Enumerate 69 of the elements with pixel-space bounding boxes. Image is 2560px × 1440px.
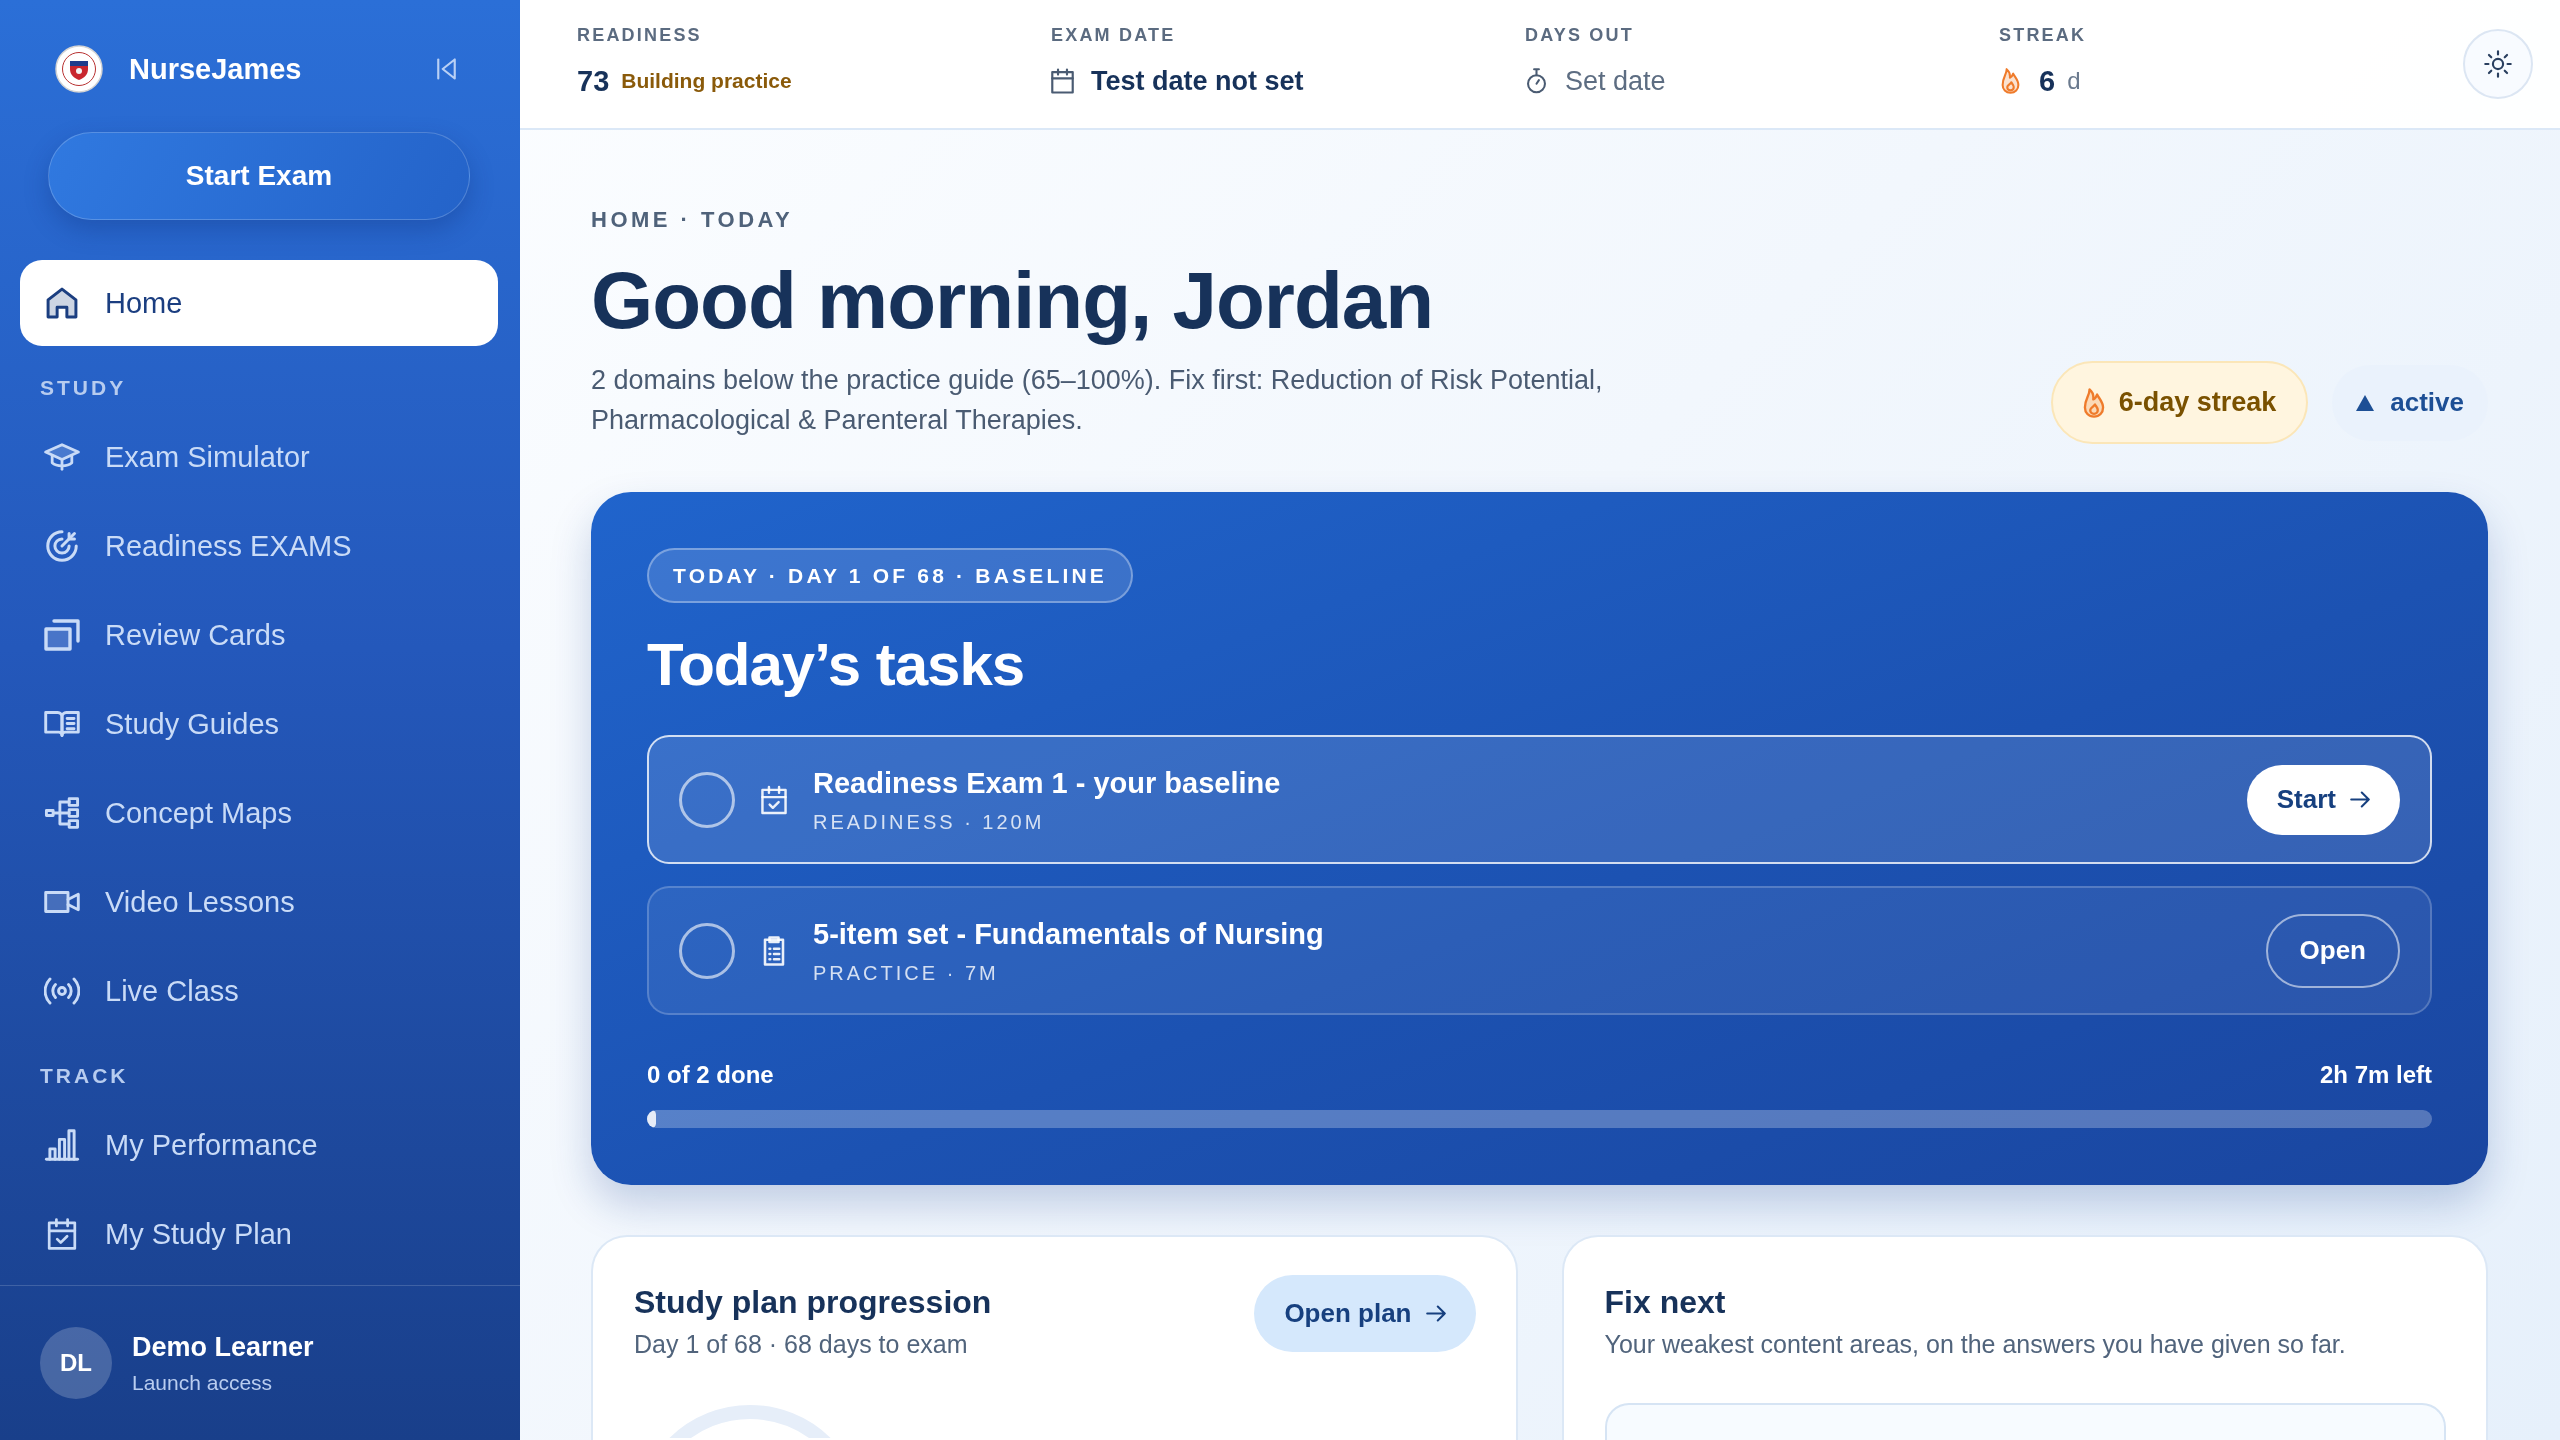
bar-chart-icon bbox=[44, 1129, 80, 1161]
user-plan: Launch access bbox=[132, 1370, 273, 1395]
open-plan-button[interactable]: Open plan bbox=[1254, 1275, 1476, 1352]
node-tree-icon bbox=[44, 797, 80, 829]
status-label: active bbox=[2390, 387, 2464, 418]
flame-icon bbox=[2082, 387, 2105, 418]
streak-unit: d bbox=[2067, 67, 2081, 95]
task-checkbox[interactable] bbox=[679, 922, 735, 979]
time-left: 2h 7m left bbox=[2319, 1061, 2432, 1089]
task-action-button[interactable]: Open bbox=[2265, 913, 2400, 988]
summary-text: 2 domains below the practice guide (65–100%). Fix first: Reduction of Risk Potential, Pharmacological & Parenteral Therapies. bbox=[591, 364, 1604, 437]
nav-item[interactable]: My Performance bbox=[20, 1102, 498, 1188]
stopwatch-icon bbox=[1525, 68, 1548, 94]
brand-name: NurseJames bbox=[129, 52, 302, 86]
stat-label: DAYS OUT bbox=[1525, 24, 1634, 46]
tasks-title: Today’s tasks bbox=[647, 630, 1025, 700]
user-name: Demo Learner bbox=[132, 1331, 314, 1363]
avatar: DL bbox=[40, 1327, 112, 1399]
graduation-cap-icon bbox=[44, 441, 80, 473]
task-meta: PRACTICE · 7M bbox=[813, 960, 999, 986]
exam-date-value: Test date not set bbox=[1091, 65, 1304, 98]
card-title: Fix next bbox=[1604, 1283, 1726, 1321]
stat-label: READINESS bbox=[577, 24, 702, 46]
task-meta: READINESS · 120M bbox=[813, 809, 1045, 835]
card-subtitle: Your weakest content areas, on the answers you have given so far. bbox=[1604, 1329, 2346, 1359]
arrow-right-icon bbox=[2350, 791, 2370, 808]
task-title: Readiness Exam 1 - your baseline bbox=[813, 765, 1281, 801]
breadcrumb: HOME · TODAY bbox=[591, 206, 794, 234]
calendar-check-icon bbox=[761, 784, 787, 815]
task-action-button[interactable]: Start bbox=[2246, 764, 2400, 835]
readiness-status: Building practice bbox=[621, 69, 792, 93]
stat-label: STREAK bbox=[1999, 24, 2087, 46]
nav-item[interactable]: Live Class bbox=[20, 948, 498, 1034]
set-date-link[interactable]: Set date bbox=[1565, 61, 1666, 101]
broadcast-icon bbox=[44, 975, 80, 1007]
nav-item[interactable]: Concept Maps bbox=[20, 770, 498, 856]
done-count: 0 of 2 done bbox=[647, 1061, 774, 1089]
card-subtitle: Day 1 of 68 · 68 days to exam bbox=[634, 1329, 968, 1359]
page-title: Good morning, Jordan bbox=[591, 255, 1434, 347]
streak-count: 6 bbox=[2039, 64, 2056, 99]
nav-item[interactable]: Exam Simulator bbox=[20, 414, 498, 500]
logo-icon bbox=[55, 45, 103, 93]
arrow-right-icon bbox=[1425, 1305, 1446, 1322]
stacked-cards-icon bbox=[44, 619, 80, 651]
nav-item[interactable]: Study Guides bbox=[20, 681, 498, 767]
section-heading: STUDY bbox=[40, 375, 127, 401]
streak-label: 6-day streak bbox=[2118, 387, 2277, 418]
task-checkbox[interactable] bbox=[679, 771, 735, 828]
open-book-icon bbox=[44, 708, 80, 740]
nav-item[interactable]: My Study Plan bbox=[20, 1191, 498, 1277]
start-exam-button[interactable]: Start Exam bbox=[48, 132, 470, 220]
card-title: Study plan progression bbox=[634, 1283, 992, 1321]
triangle-icon bbox=[2356, 394, 2375, 411]
flame-icon bbox=[1999, 68, 2022, 94]
readiness-score: 73 bbox=[577, 64, 610, 99]
task-title: 5-item set - Fundamentals of Nursing bbox=[813, 916, 1324, 952]
section-heading: TRACK bbox=[40, 1063, 129, 1089]
target-icon bbox=[44, 530, 80, 562]
collapse-sidebar-icon[interactable] bbox=[437, 57, 456, 81]
house-icon bbox=[44, 287, 80, 319]
nav-item[interactable]: Home bbox=[20, 260, 498, 346]
sun-icon bbox=[2484, 50, 2512, 78]
calendar-icon bbox=[1051, 68, 1074, 94]
day-badge: TODAY · DAY 1 OF 68 · BASELINE bbox=[647, 548, 1134, 603]
stat-label: EXAM DATE bbox=[1051, 24, 1176, 46]
nav-item[interactable]: Review Cards bbox=[20, 592, 498, 678]
clipboard-list-icon bbox=[761, 935, 787, 966]
nav-item[interactable]: Readiness EXAMS bbox=[20, 503, 498, 589]
nav-item[interactable]: Video Lessons bbox=[20, 859, 498, 945]
